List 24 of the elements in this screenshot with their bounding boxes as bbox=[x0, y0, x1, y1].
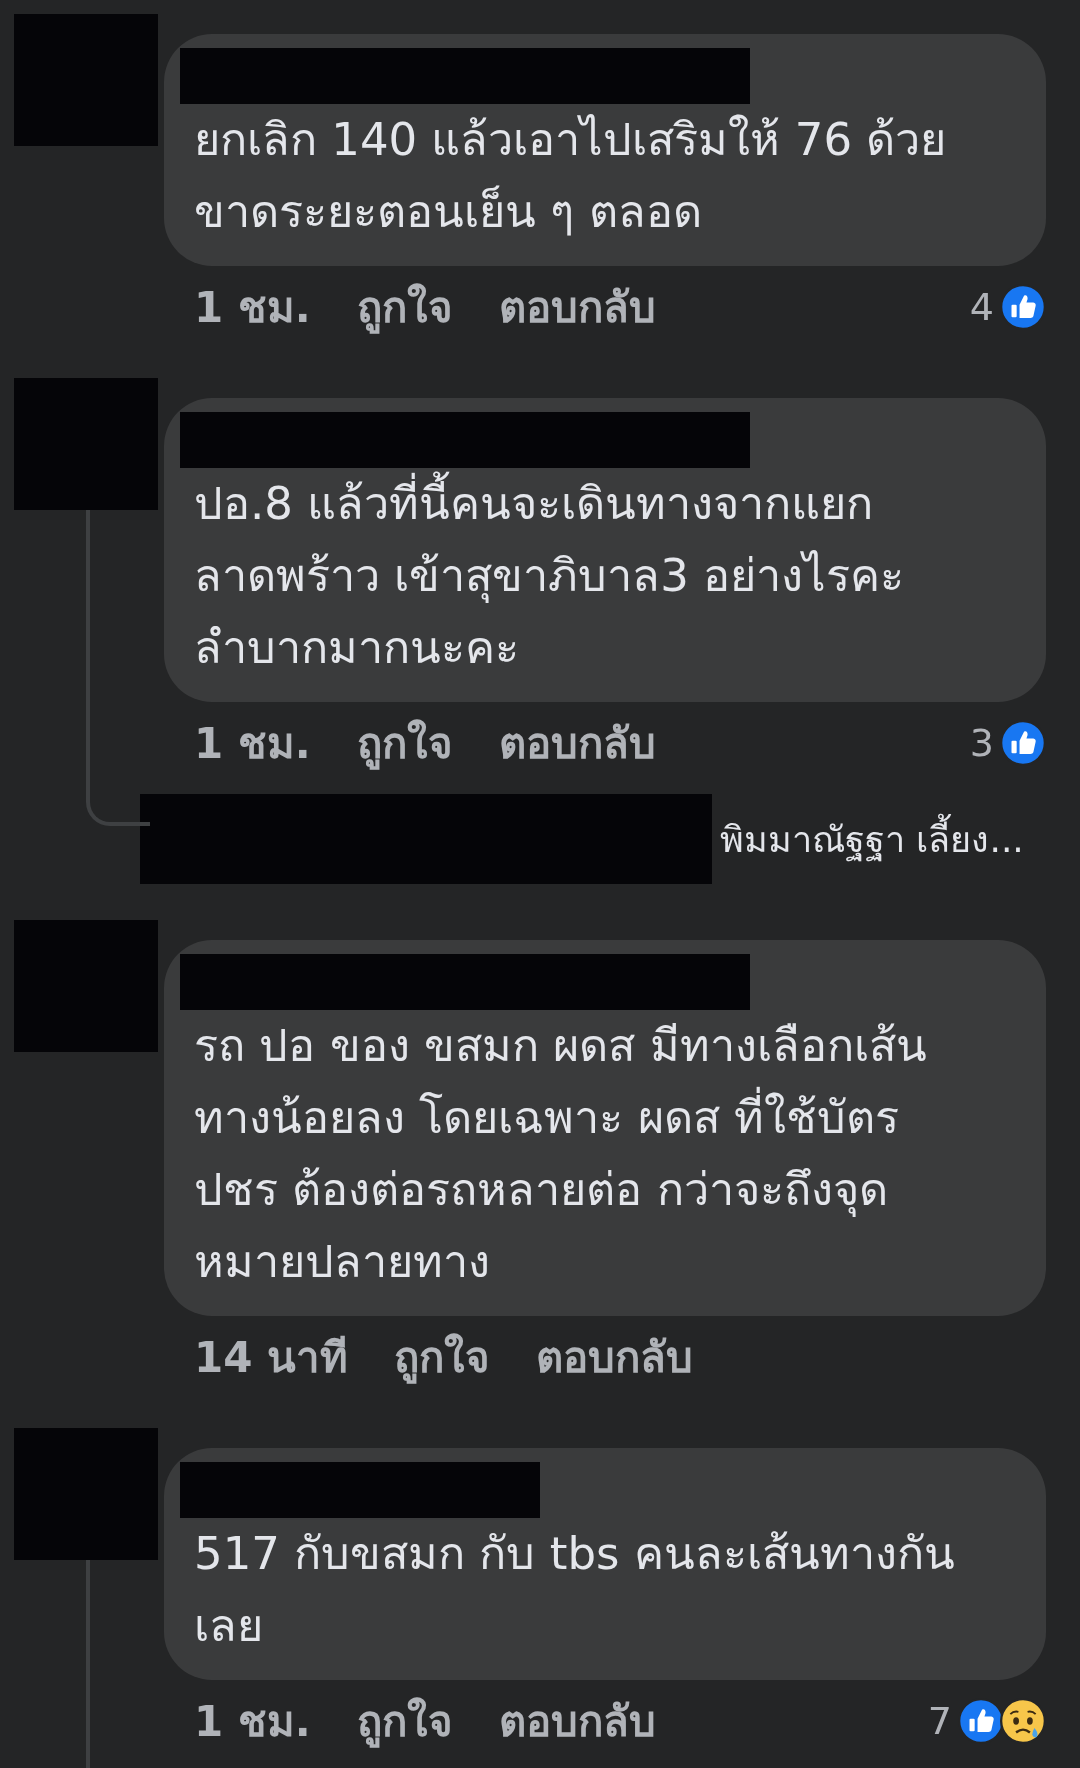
thumbs-up-icon bbox=[1000, 284, 1046, 330]
comment-time: 1 ชม. bbox=[194, 282, 311, 334]
comment-time: 1 ชม. bbox=[194, 1696, 311, 1748]
like-link[interactable]: ถูกใจ bbox=[394, 1324, 491, 1390]
like-link[interactable]: ถูกใจ bbox=[356, 710, 453, 776]
comment-time: 1 ชม. bbox=[194, 718, 311, 770]
reply-link[interactable]: ตอบกลับ bbox=[536, 1324, 694, 1390]
reply-link[interactable]: ตอบกลับ bbox=[498, 274, 656, 340]
sad-face-icon bbox=[1000, 1698, 1046, 1744]
thumbs-up-icon bbox=[958, 1698, 1004, 1744]
reply-link[interactable]: ตอบกลับ bbox=[498, 710, 656, 776]
comment-text: รถ ปอ ของ ขสมก ผดส มีทางเลือกเส้น ทางน้อยลง โดยเฉพาะ ผดส ที่ใช้บัตร ปชร ต้องต่อรถหลายต่อ กว่าจะถึงจุด หมายปลายทาง bbox=[193, 1018, 928, 1290]
comment-time: 14 นาที bbox=[194, 1332, 349, 1384]
comment-text: ยกเลิก 140 แล้วเอาไปเสริมให้ 76 ด้วย ขาดระยะตอนเย็น ๆ ตลอด bbox=[193, 112, 948, 240]
reaction-count: 7 bbox=[927, 1699, 952, 1743]
comment-text: 517 กับขสมก กับ tbs คนละเส้นทางกัน เลย bbox=[193, 1526, 956, 1654]
reaction-count: 4 bbox=[969, 285, 994, 329]
comment-text: ปอ.8 แล้วที่นี้คนจะเดินทางจากแยก ลาดพร้าว เข้าสุขาภิบาล3 อย่างไรคะ ลำบากมากนะคะ bbox=[180, 468, 1026, 684]
reply-preview-link[interactable]: พิมมาณัฐฐา เลี้ยง... bbox=[720, 810, 1024, 868]
like-link[interactable]: ถูกใจ bbox=[356, 1688, 453, 1754]
reaction-count: 3 bbox=[969, 721, 994, 765]
reply-link[interactable]: ตอบกลับ bbox=[498, 1688, 656, 1754]
like-link[interactable]: ถูกใจ bbox=[356, 274, 453, 340]
thumbs-up-icon bbox=[1000, 720, 1046, 766]
